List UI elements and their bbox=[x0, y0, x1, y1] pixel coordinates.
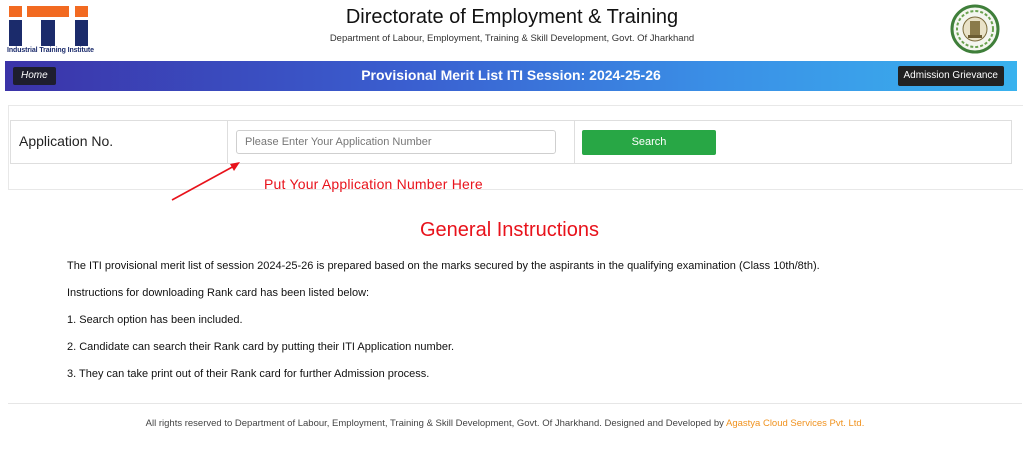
admission-grievance-button[interactable]: Admission Grievance bbox=[897, 66, 1004, 86]
application-label-cell: Application No. bbox=[11, 121, 228, 163]
instruction-line: 1. Search option has been included. bbox=[67, 314, 243, 326]
footer: All rights reserved to Department of Lab… bbox=[0, 418, 1010, 429]
instruction-line: 2. Candidate can search their Rank card … bbox=[67, 341, 455, 353]
footer-divider bbox=[8, 403, 1022, 404]
pointer-arrow-icon bbox=[171, 162, 240, 201]
application-hint: Put Your Application Number Here bbox=[264, 176, 483, 192]
developer-link[interactable]: Agastya Cloud Services Pvt. Ltd. bbox=[726, 418, 864, 429]
jharkhand-emblem-icon bbox=[950, 2, 1000, 56]
search-button[interactable]: Search bbox=[582, 130, 716, 155]
application-input-cell bbox=[228, 121, 575, 163]
site-header: Industrial Training Institute Directorat… bbox=[0, 0, 1024, 60]
instruction-line: Instructions for downloading Rank card h… bbox=[67, 287, 370, 299]
instructions-title: General Instructions bbox=[420, 219, 599, 241]
application-number-input[interactable] bbox=[236, 130, 556, 154]
search-panel: Application No. Search bbox=[8, 105, 1023, 190]
site-title: Directorate of Employment & Training bbox=[345, 6, 679, 28]
search-row: Application No. Search bbox=[10, 120, 1012, 164]
instruction-line: The ITI provisional merit list of sessio… bbox=[67, 260, 820, 272]
top-navbar: Home Provisional Merit List ITI Session:… bbox=[5, 61, 1017, 91]
footer-text: All rights reserved to Department of Lab… bbox=[145, 418, 724, 429]
logo-caption: Industrial Training Institute bbox=[7, 47, 94, 54]
site-subtitle: Department of Labour, Employment, Traini… bbox=[329, 33, 695, 44]
page-title: Provisional Merit List ITI Session: 2024… bbox=[361, 67, 661, 83]
instruction-line: 3. They can take print out of their Rank… bbox=[67, 368, 430, 380]
application-label: Application No. bbox=[19, 133, 114, 149]
